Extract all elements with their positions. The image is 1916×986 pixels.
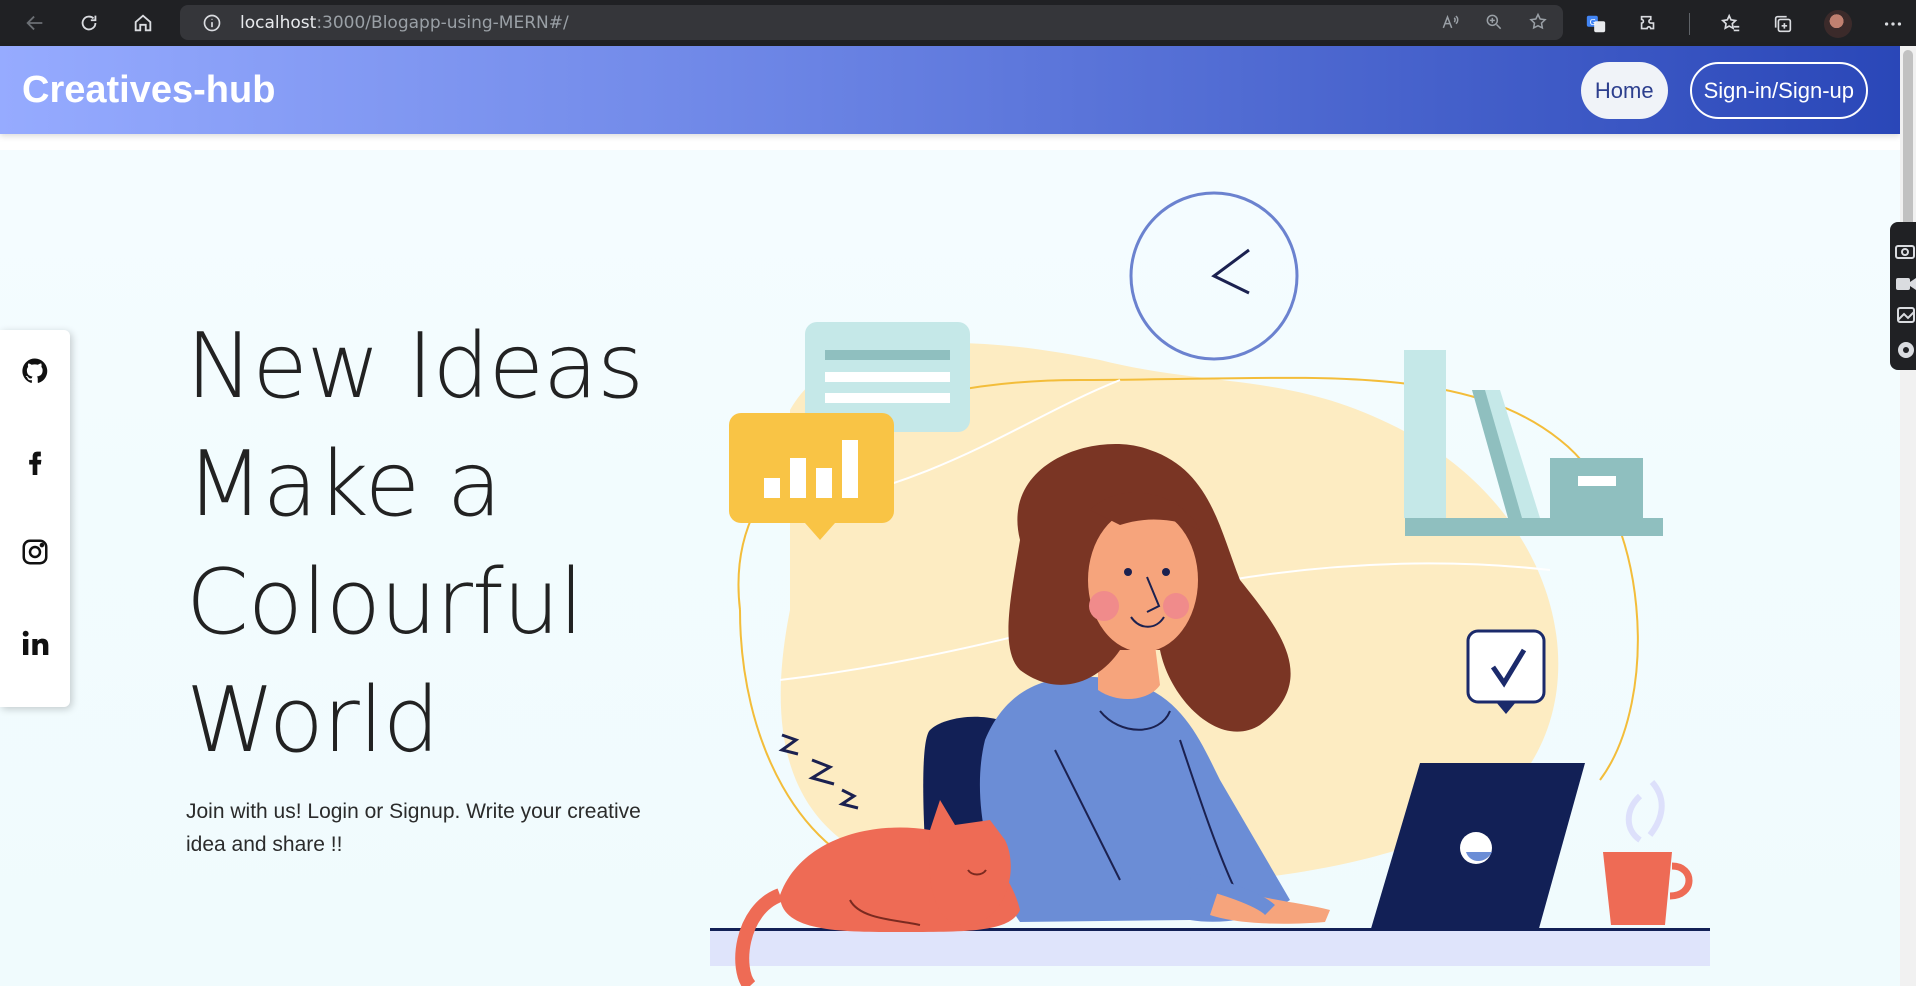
reload-icon[interactable]: [72, 6, 106, 40]
social-sidebar: [0, 330, 70, 707]
zoom-icon[interactable]: [1483, 11, 1505, 33]
url-text[interactable]: localhost:3000/Blogapp-using-MERN#/: [240, 13, 569, 33]
chart-bubble-icon: [729, 413, 894, 540]
extensions-icon[interactable]: [1637, 13, 1659, 35]
side-toolbar: [1890, 222, 1916, 370]
toolbar-divider: [1689, 13, 1690, 35]
headline-line: World: [186, 668, 440, 773]
hero-tagline: Join with us! Login or Signup. Write you…: [186, 800, 641, 856]
scroll-thumb[interactable]: [1903, 50, 1913, 230]
more-icon[interactable]: [1882, 13, 1904, 35]
check-badge-icon: [1466, 629, 1546, 714]
favorite-add-icon[interactable]: [1527, 11, 1549, 33]
address-bar[interactable]: localhost:3000/Blogapp-using-MERN#/: [180, 5, 1563, 40]
app-header: Creatives-hub Home Sign-in/Sign-up: [0, 46, 1900, 134]
settings-icon: [1898, 342, 1914, 358]
linkedin-icon[interactable]: [18, 626, 52, 660]
headline-line: Make a: [186, 432, 502, 537]
coffee-mug-icon: [1603, 780, 1693, 925]
info-icon[interactable]: [202, 13, 222, 33]
translate-icon[interactable]: G: [1585, 13, 1607, 35]
back-icon[interactable]: [18, 6, 52, 40]
browser-toolbar: localhost:3000/Blogapp-using-MERN#/ G: [0, 0, 1916, 46]
collections-icon[interactable]: [1772, 13, 1794, 35]
gallery-icon: [1897, 307, 1915, 323]
headline-line: Colourful: [186, 550, 584, 655]
video-icon: [1896, 278, 1916, 290]
github-icon[interactable]: [18, 354, 52, 388]
woman-face: [1088, 508, 1198, 652]
hero-illustration: [710, 191, 1710, 986]
brand-logo[interactable]: Creatives-hub: [22, 69, 275, 112]
svg-text:G: G: [1590, 17, 1596, 27]
home-icon[interactable]: [126, 6, 160, 40]
instagram-icon[interactable]: [18, 535, 52, 569]
headline-line: New Ideas: [186, 314, 644, 419]
bookshelf-icon: [1404, 350, 1663, 536]
signin-signup-button[interactable]: Sign-in/Sign-up: [1689, 62, 1868, 119]
desk: [710, 930, 1710, 966]
favorites-icon[interactable]: [1720, 13, 1742, 35]
profile-avatar[interactable]: [1824, 10, 1852, 38]
page-scrollbar[interactable]: [1900, 46, 1916, 986]
hero-headline: New Ideas Make a Colourful World: [186, 308, 746, 780]
facebook-icon[interactable]: [18, 444, 52, 478]
read-aloud-icon[interactable]: [1439, 11, 1461, 33]
home-button[interactable]: Home: [1580, 62, 1668, 119]
screenshot-icon: [1895, 245, 1915, 259]
clock-icon: [1129, 191, 1299, 361]
